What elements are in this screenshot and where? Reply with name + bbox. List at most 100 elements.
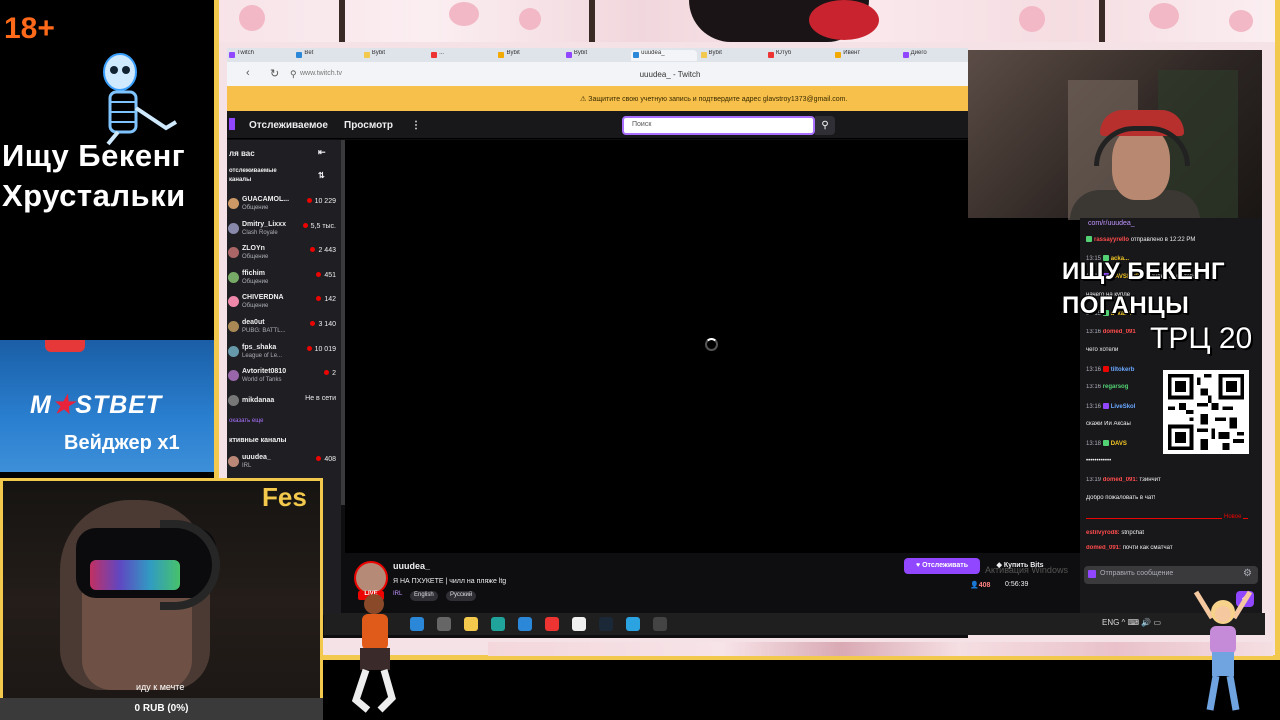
twitch-logo-icon[interactable] — [229, 118, 235, 130]
sidebar-channel[interactable]: GUACAMOL... Общение 10 229 — [228, 194, 338, 218]
sakura-blossom — [1149, 3, 1179, 29]
wood-beam — [589, 0, 595, 42]
channel-name[interactable]: uuudea_ — [393, 561, 430, 571]
facecam-label: Fes — [262, 482, 307, 512]
reload-icon[interactable]: ↻ — [270, 67, 279, 80]
channel-name: fps_shaka — [242, 343, 277, 351]
avatar — [228, 247, 239, 259]
edge-icon[interactable] — [491, 617, 505, 631]
chat-username[interactable]: regarsog — [1103, 384, 1129, 390]
viewer-count: 10 229 — [314, 198, 336, 205]
viewer-count: 10 019 — [314, 345, 336, 353]
chat-username[interactable]: tiltokerb — [1111, 367, 1135, 373]
browser-tab[interactable]: Bybit — [699, 50, 764, 61]
sidebar-for-you: ля вас — [229, 149, 255, 158]
browser-tab[interactable]: Bet — [294, 50, 359, 61]
sidebar-channel[interactable]: Dmitry_Lixxx Clash Royale 5,5 тыс. — [228, 219, 338, 243]
mail-icon[interactable] — [518, 617, 532, 631]
taskview-icon[interactable] — [437, 617, 451, 631]
tag-english[interactable]: English — [410, 591, 438, 601]
stream-title: Я НА ПХУКЕТЕ | чилл на пляже ltg — [393, 578, 507, 585]
yandex-icon[interactable] — [545, 617, 559, 631]
channel-name: uuudea_ — [242, 454, 271, 461]
yandex-browser-icon[interactable] — [572, 617, 586, 631]
mostbet-banner[interactable]: M★STBET Вейджер x1 — [0, 340, 214, 472]
chat-message[interactable]: rassayyrello отправлено в 12:22 PM — [1086, 236, 1258, 243]
explorer-icon[interactable] — [464, 617, 478, 631]
sakura-blossom — [1019, 6, 1045, 32]
tab-favicon-icon — [431, 52, 438, 58]
telegram-icon[interactable] — [626, 617, 640, 631]
chat-message[interactable]: •••••••••••• — [1086, 458, 1258, 464]
wood-beam — [1099, 0, 1105, 42]
trc-label: ТРЦ 20 — [1150, 322, 1253, 355]
left-headline-line1: Ищу Бекенг — [2, 138, 186, 173]
settings-icon[interactable]: ⚙ — [1243, 568, 1252, 579]
chat-username[interactable]: rassayyrello — [1094, 237, 1129, 243]
chat-username[interactable]: LiveSkol — [1111, 404, 1136, 410]
follow-button[interactable]: ♥ Отслеживать — [904, 558, 980, 574]
age-badge: 18+ — [4, 12, 55, 45]
start-icon[interactable] — [410, 617, 424, 631]
nav-browse[interactable]: Просмотр — [344, 120, 393, 131]
search-input[interactable]: Поиск — [622, 116, 815, 135]
chat-text: тзинчит — [1139, 476, 1161, 483]
sidebar-channel[interactable]: CHIVERDNA Общение 142 — [228, 292, 338, 316]
chat-text: •••••••••••• — [1086, 458, 1112, 464]
emote-icon[interactable] — [1088, 570, 1096, 578]
live-dot-icon — [306, 198, 312, 203]
donation-progress-text: 0 RUB (0%) — [134, 703, 189, 714]
show-more-link[interactable]: оказать еще — [229, 418, 263, 424]
sidebar-channel[interactable]: Avtoritet0810 World of Tanks 2 — [228, 366, 338, 390]
collapse-icon[interactable]: ⇤ — [318, 147, 326, 158]
browser-tab[interactable]: Диего — [901, 50, 966, 61]
chat-username[interactable]: estilvyrod8: — [1086, 530, 1120, 536]
right-headline-line1: ИЩУ БЕКЕНГ — [1062, 258, 1226, 285]
browser-tab[interactable]: Bybit — [496, 50, 561, 61]
browser-tab[interactable]: Bybit — [564, 50, 629, 61]
url-field[interactable]: www.twitch.tv — [300, 70, 342, 77]
back-icon[interactable]: ‹ — [246, 67, 250, 79]
buy-bits-button[interactable]: ◆ Купить Bits — [985, 558, 1055, 574]
chat-message[interactable]: Добро пожаловать в чат! — [1086, 495, 1258, 501]
steam-icon[interactable] — [599, 617, 613, 631]
sidebar-channel[interactable]: ffichim Общение 451 — [228, 268, 338, 292]
tab-favicon-icon — [633, 52, 640, 58]
sort-icon[interactable]: ⇅ — [318, 171, 325, 180]
sidebar-channel[interactable]: dea0ut PUBG: BATTL... 3 140 — [228, 317, 338, 341]
browser-tab[interactable]: Bybit — [362, 50, 427, 61]
browser-tab[interactable]: Ивент — [833, 50, 898, 61]
browser-tab[interactable]: ... — [429, 50, 494, 61]
browser-tab[interactable]: uuudea_ — [631, 50, 697, 61]
chat-timestamp: 13:18 — [1086, 440, 1102, 447]
right-headline: ИЩУ БЕКЕНГ ПОГАНЦЫ — [1062, 255, 1225, 323]
chat-message[interactable]: estilvyrod8: stripchat — [1086, 530, 1258, 536]
chat-message[interactable]: 13:19 domed_091: тзинчит — [1086, 477, 1258, 483]
obs-icon[interactable] — [653, 617, 667, 631]
sidebar-channel[interactable]: mikdanaa Не в сети — [228, 391, 338, 415]
chat-username[interactable]: domed_091: — [1103, 477, 1138, 483]
chat-username[interactable]: domed_091: — [1086, 545, 1121, 551]
search-icon[interactable]: ⚲ — [815, 116, 835, 135]
chat-input[interactable]: Отправить сообщение — [1084, 566, 1258, 584]
browser-tab[interactable]: Ютуб — [766, 50, 831, 61]
mostbet-logo-m: M — [30, 391, 52, 419]
nav-following[interactable]: Отслеживаемое — [249, 120, 328, 131]
avatar — [228, 370, 239, 382]
more-icon[interactable]: ⋮ — [411, 120, 421, 131]
chat-message[interactable]: domed_091: почти как сматчат — [1086, 545, 1258, 551]
sidebar-channel[interactable]: ZLOYn Общение 2 443 — [228, 243, 338, 267]
tag-russian[interactable]: Русский — [446, 591, 477, 601]
chat-username[interactable]: DAVS — [1111, 441, 1127, 447]
sidebar-channel[interactable]: fps_shaka League of Le... 10 019 — [228, 342, 338, 366]
sidebar-item-uuudea[interactable]: uuudea_ IRL 408 — [228, 452, 338, 476]
chat-link[interactable]: com/r/uuudea_ — [1088, 220, 1135, 227]
sakura-blossom — [239, 5, 265, 31]
chat-timestamp: 13:16 — [1086, 328, 1102, 335]
browser-tab[interactable]: Twitch — [227, 50, 292, 61]
chat-timestamp: 13:16 — [1086, 384, 1102, 390]
chat-username[interactable]: domed_091 — [1103, 329, 1136, 335]
tab-favicon-icon — [363, 52, 370, 58]
system-tray[interactable]: ENG ^ ⌨ 🔊 ▭ — [1102, 618, 1161, 627]
sakura-blossom — [449, 2, 479, 26]
